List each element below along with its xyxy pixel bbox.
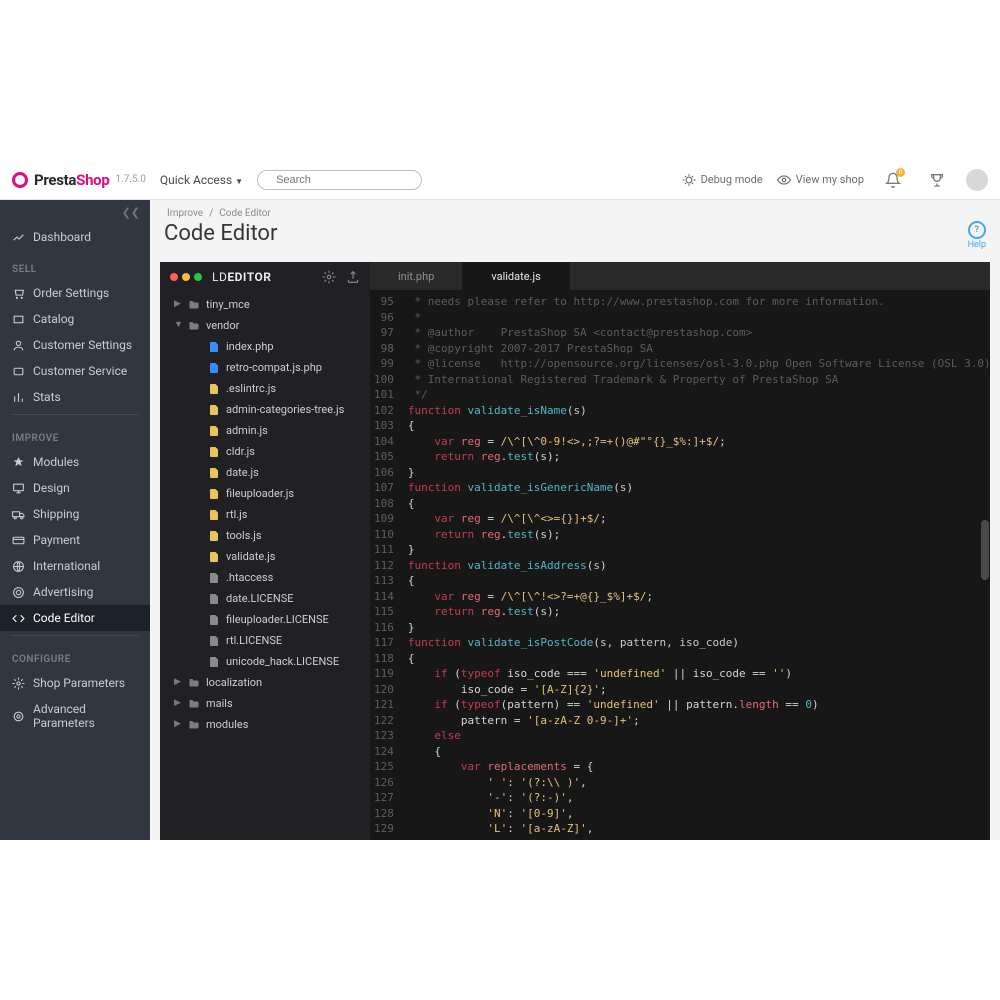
code-icon bbox=[12, 612, 25, 625]
panel-header: LDEDITOR bbox=[160, 262, 370, 292]
tree-row[interactable]: ▼vendor bbox=[160, 315, 370, 336]
eye-icon bbox=[777, 173, 791, 187]
tree-row[interactable]: ▶localization bbox=[160, 672, 370, 693]
content: Improve/Code Editor Code Editor ? Help L… bbox=[150, 200, 1000, 840]
tab-validate[interactable]: validate.js bbox=[463, 262, 569, 290]
page-title: Code Editor bbox=[164, 221, 277, 246]
tree-row[interactable]: .htaccess bbox=[160, 567, 370, 588]
sidebar-section-configure: CONFIGURE bbox=[0, 640, 150, 670]
file-panel: LDEDITOR ▶tiny_mce▼vendorindex.phpretro-… bbox=[160, 262, 370, 840]
line-gutter: 9596979899100101102103104105106107108109… bbox=[370, 290, 402, 840]
tree-row[interactable]: retro-compat.js.php bbox=[160, 357, 370, 378]
file-tree[interactable]: ▶tiny_mce▼vendorindex.phpretro-compat.js… bbox=[160, 292, 370, 840]
tree-row[interactable]: unicode_hack.LICENSE bbox=[160, 651, 370, 672]
tree-row[interactable]: admin.js bbox=[160, 420, 370, 441]
tree-row[interactable]: fileuploader.js bbox=[160, 483, 370, 504]
puzzle-icon bbox=[12, 456, 25, 469]
tree-row[interactable]: date.js bbox=[160, 462, 370, 483]
truck-icon bbox=[12, 508, 25, 521]
tree-row[interactable]: cldr.js bbox=[160, 441, 370, 462]
code-lines: * needs please refer to http://www.prest… bbox=[402, 290, 990, 840]
sidebar-item-advanced-parameters[interactable]: Advanced Parameters bbox=[0, 696, 150, 736]
tree-row[interactable]: date.LICENSE bbox=[160, 588, 370, 609]
bug-icon bbox=[682, 173, 696, 187]
editor: LDEDITOR ▶tiny_mce▼vendorindex.phpretro-… bbox=[160, 262, 990, 840]
sidebar-item-payment[interactable]: Payment bbox=[0, 527, 150, 553]
tree-row[interactable]: admin-categories-tree.js bbox=[160, 399, 370, 420]
sidebar-item-catalog[interactable]: Catalog bbox=[0, 306, 150, 332]
tag-icon bbox=[12, 313, 25, 326]
sidebar-item-stats[interactable]: Stats bbox=[0, 384, 150, 410]
sliders-icon bbox=[12, 710, 25, 723]
brand-logo-block: PrestaShop 1.7.5.0 bbox=[12, 171, 146, 189]
tree-row[interactable]: ▶tiny_mce bbox=[160, 294, 370, 315]
search-input[interactable] bbox=[276, 174, 418, 186]
gear-icon bbox=[12, 677, 25, 690]
sidebar-item-international[interactable]: International bbox=[0, 553, 150, 579]
brand-logo-icon bbox=[12, 172, 28, 188]
tree-row[interactable]: rtl.js bbox=[160, 504, 370, 525]
editor-title: LDEDITOR bbox=[212, 270, 271, 284]
tree-row[interactable]: ▶mails bbox=[160, 693, 370, 714]
user-avatar[interactable] bbox=[966, 169, 988, 191]
sidebar-item-dashboard[interactable]: Dashboard bbox=[0, 224, 150, 250]
breadcrumb: Improve/Code Editor bbox=[150, 200, 1000, 221]
tree-row[interactable]: .eslintrc.js bbox=[160, 378, 370, 399]
topbar: PrestaShop 1.7.5.0 Quick Access ▼ Debug … bbox=[0, 160, 1000, 200]
sidebar: ❮❮ Dashboard SELL Order Settings Catalog… bbox=[0, 200, 150, 840]
trophy-button[interactable] bbox=[922, 165, 952, 195]
sidebar-item-shipping[interactable]: Shipping bbox=[0, 501, 150, 527]
code-panel: init.php validate.js 9596979899100101102… bbox=[370, 262, 990, 840]
sidebar-item-modules[interactable]: Modules bbox=[0, 449, 150, 475]
view-shop-button[interactable]: View my shop bbox=[777, 173, 864, 187]
notifications-button[interactable]: 0 bbox=[878, 165, 908, 195]
sidebar-section-sell: SELL bbox=[0, 250, 150, 280]
settings-icon[interactable] bbox=[322, 270, 336, 284]
monitor-icon bbox=[12, 482, 25, 495]
sidebar-item-customer-settings[interactable]: Customer Settings bbox=[0, 332, 150, 358]
search-field[interactable] bbox=[257, 170, 422, 190]
scrollbar-thumb[interactable] bbox=[981, 520, 989, 580]
sidebar-collapse-button[interactable]: ❮❮ bbox=[0, 200, 150, 224]
tree-row[interactable]: tools.js bbox=[160, 525, 370, 546]
window-dot-max[interactable] bbox=[194, 273, 202, 281]
sidebar-item-design[interactable]: Design bbox=[0, 475, 150, 501]
quick-access-dropdown[interactable]: Quick Access ▼ bbox=[160, 173, 243, 187]
debug-mode-button[interactable]: Debug mode bbox=[682, 173, 763, 187]
sidebar-item-customer-service[interactable]: Customer Service bbox=[0, 358, 150, 384]
sidebar-item-order-settings[interactable]: Order Settings bbox=[0, 280, 150, 306]
cart-icon bbox=[12, 287, 25, 300]
tree-row[interactable]: ▶modules bbox=[160, 714, 370, 735]
code-area[interactable]: 9596979899100101102103104105106107108109… bbox=[370, 290, 990, 840]
notification-badge: 0 bbox=[896, 168, 905, 177]
brand-version: 1.7.5.0 bbox=[115, 174, 145, 185]
sidebar-item-advertising[interactable]: Advertising bbox=[0, 579, 150, 605]
help-icon: ? bbox=[968, 221, 986, 239]
target-icon bbox=[12, 586, 25, 599]
trophy-icon bbox=[929, 172, 945, 188]
help-button[interactable]: ? Help bbox=[968, 221, 986, 250]
globe-icon bbox=[12, 560, 25, 573]
sidebar-item-code-editor[interactable]: Code Editor bbox=[0, 605, 150, 631]
sidebar-item-shop-parameters[interactable]: Shop Parameters bbox=[0, 670, 150, 696]
tree-row[interactable]: validate.js bbox=[160, 546, 370, 567]
chart-line-icon bbox=[12, 231, 25, 244]
tree-row[interactable]: index.php bbox=[160, 336, 370, 357]
bar-chart-icon bbox=[12, 391, 25, 404]
brand-text: PrestaShop bbox=[34, 171, 109, 189]
tab-bar: init.php validate.js bbox=[370, 262, 990, 290]
window-dot-close[interactable] bbox=[170, 273, 178, 281]
window-dot-min[interactable] bbox=[182, 273, 190, 281]
credit-card-icon bbox=[12, 534, 25, 547]
tree-row[interactable]: fileuploader.LICENSE bbox=[160, 609, 370, 630]
user-icon bbox=[12, 339, 25, 352]
tree-row[interactable]: rtl.LICENSE bbox=[160, 630, 370, 651]
sidebar-section-improve: IMPROVE bbox=[0, 419, 150, 449]
tab-init[interactable]: init.php bbox=[370, 262, 463, 290]
headset-icon bbox=[12, 365, 25, 378]
export-icon[interactable] bbox=[346, 270, 360, 284]
